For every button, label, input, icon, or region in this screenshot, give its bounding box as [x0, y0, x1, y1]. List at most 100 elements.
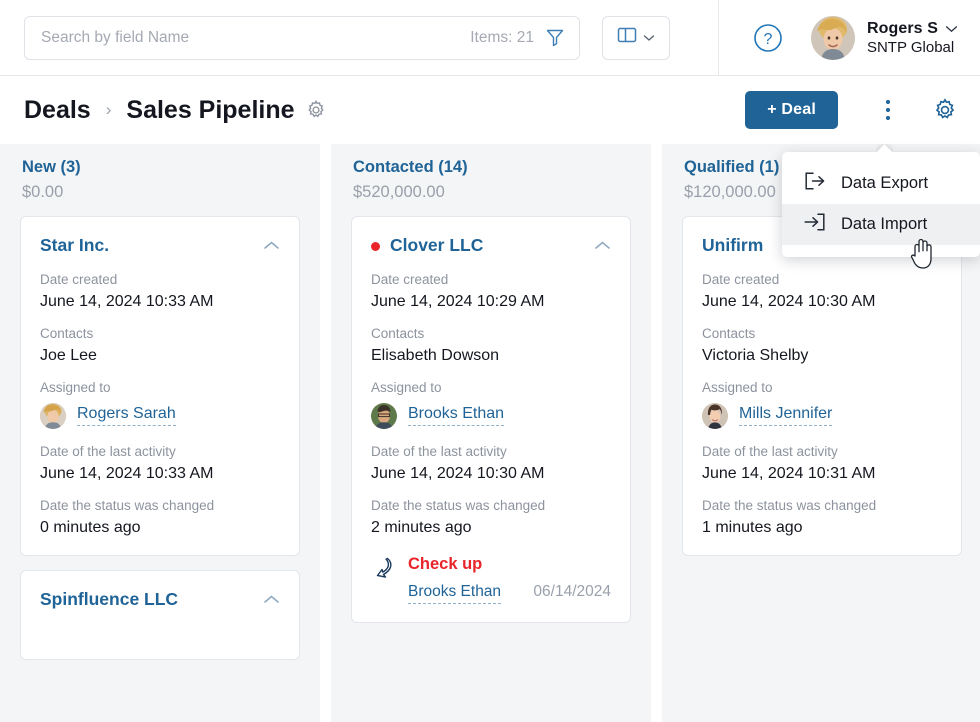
menu-item-data-import[interactable]: Data Import — [782, 204, 980, 245]
column-title: Contacted (14) — [353, 158, 468, 176]
field-value: June 14, 2024 10:29 AM — [371, 292, 545, 310]
search-box[interactable]: Items: 21 — [24, 15, 580, 60]
field-value: Elisabeth Dowson — [371, 346, 500, 364]
chevron-up-icon[interactable] — [263, 238, 280, 256]
column-title: New (3) — [22, 158, 81, 176]
board-actions-dropdown: Data Export Data Import — [782, 152, 980, 257]
user-text: Rogers S SNTP Global — [867, 20, 958, 56]
task-date: 06/14/2024 — [533, 582, 611, 600]
menu-item-data-export[interactable]: Data Export — [782, 163, 980, 204]
field-value: Joe Lee — [40, 346, 97, 364]
card-task[interactable]: Check up Brooks Ethan 06/14/2024 — [371, 555, 611, 604]
field-label: Date of the last activity — [371, 443, 507, 459]
field-contacts: Contacts Joe Lee — [40, 326, 280, 365]
filter-funnel-icon[interactable] — [545, 27, 565, 48]
view-layout-button[interactable] — [602, 15, 670, 60]
chevron-up-icon[interactable] — [594, 238, 611, 256]
top-bar-right: ? Rogers S SNTP Global — [717, 0, 980, 75]
assignee[interactable]: Rogers Sarah — [40, 402, 280, 429]
export-arrow-icon — [804, 172, 826, 195]
assignee-link[interactable]: Rogers Sarah — [77, 405, 176, 427]
field-last-activity: Date of the last activity June 14, 2024 … — [40, 444, 280, 483]
more-vertical-icon[interactable] — [870, 91, 906, 129]
avatar — [40, 402, 66, 429]
card-header: Clover LLC — [371, 234, 611, 257]
field-label: Contacts — [40, 325, 94, 341]
field-value: June 14, 2024 10:31 AM — [702, 464, 876, 482]
field-label: Date of the last activity — [702, 443, 838, 459]
user-organization: SNTP Global — [866, 38, 955, 56]
top-bar: Items: 21 — [0, 0, 980, 76]
phone-call-icon — [371, 557, 395, 584]
items-count-label: Items: 21 — [470, 28, 534, 46]
pipeline-column-new: New (3) $0.00 Star Inc. Date created Jun… — [0, 144, 320, 722]
column-sum: $0.00 — [22, 183, 64, 201]
field-status-changed: Date the status was changed 1 minutes ag… — [702, 498, 942, 537]
task-assignee-link[interactable]: Brooks Ethan — [408, 583, 502, 604]
user-name: Rogers S — [866, 19, 938, 37]
menu-item-label: Data Export — [841, 174, 929, 192]
assignee-link[interactable]: Brooks Ethan — [408, 405, 505, 427]
chevron-down-icon — [945, 20, 958, 38]
field-label: Contacts — [702, 325, 756, 341]
deal-card[interactable]: Star Inc. Date created June 14, 2024 10:… — [20, 216, 300, 556]
column-header: New (3) $0.00 — [0, 158, 320, 202]
field-assigned-to: Assigned to — [40, 380, 280, 429]
deal-card[interactable]: Unifirm Date created June 14, 2024 10:30… — [682, 216, 962, 556]
field-value: 1 minutes ago — [702, 518, 803, 536]
field-label: Assigned to — [40, 379, 111, 395]
task-title[interactable]: Check up — [408, 555, 611, 574]
deal-title[interactable]: Star Inc. — [40, 234, 263, 257]
column-cards: Clover LLC Date created June 14, 2024 10… — [331, 202, 651, 623]
page-title: Sales Pipeline — [126, 95, 295, 124]
field-value: 2 minutes ago — [371, 518, 472, 536]
card-header: Spinfluence LLC — [40, 588, 280, 611]
field-date-created: Date created June 14, 2024 10:33 AM — [40, 272, 280, 311]
board-settings-gear-icon[interactable] — [932, 97, 958, 123]
deal-title[interactable]: Spinfluence LLC — [40, 588, 263, 611]
pipeline-column-contacted: Contacted (14) $520,000.00 Clover LLC Da… — [331, 144, 651, 722]
field-date-created: Date created June 14, 2024 10:29 AM — [371, 272, 611, 311]
field-label: Date of the last activity — [40, 443, 176, 459]
breadcrumb-separator: › — [105, 100, 112, 119]
dropdown-arrow — [876, 144, 893, 153]
column-sum: $520,000.00 — [353, 183, 445, 201]
svg-text:?: ? — [764, 31, 773, 48]
field-label: Date the status was changed — [40, 497, 215, 513]
assignee[interactable]: Brooks Ethan — [371, 402, 611, 429]
search-input[interactable] — [41, 28, 471, 47]
deal-card[interactable]: Spinfluence LLC — [20, 569, 300, 660]
field-value: June 14, 2024 10:30 AM — [702, 292, 876, 310]
field-status-changed: Date the status was changed 2 minutes ag… — [371, 498, 611, 537]
deal-card[interactable]: Clover LLC Date created June 14, 2024 10… — [351, 216, 631, 623]
field-label: Date created — [371, 271, 449, 287]
chevron-up-icon[interactable] — [263, 592, 280, 610]
task-body: Check up Brooks Ethan 06/14/2024 — [408, 555, 611, 604]
field-last-activity: Date of the last activity June 14, 2024 … — [702, 444, 942, 483]
question-circle-icon[interactable]: ? — [753, 23, 783, 53]
field-assigned-to: Assigned to — [702, 380, 942, 429]
pipeline-settings-gear-icon[interactable] — [305, 99, 327, 121]
field-label: Date the status was changed — [371, 497, 546, 513]
field-contacts: Contacts Victoria Shelby — [702, 326, 942, 365]
field-label: Assigned to — [702, 379, 773, 395]
avatar — [371, 402, 397, 429]
assignee-link[interactable]: Mills Jennifer — [739, 405, 833, 427]
import-arrow-icon — [804, 213, 826, 236]
add-deal-button[interactable]: + Deal — [745, 91, 838, 129]
assignee[interactable]: Mills Jennifer — [702, 402, 942, 429]
avatar — [810, 15, 855, 60]
field-label: Date created — [702, 271, 780, 287]
avatar — [702, 402, 728, 429]
deal-title[interactable]: Clover LLC — [390, 234, 594, 257]
field-label: Date created — [40, 271, 118, 287]
column-header: Contacted (14) $520,000.00 — [331, 158, 651, 202]
field-contacts: Contacts Elisabeth Dowson — [371, 326, 611, 365]
field-value: June 14, 2024 10:33 AM — [40, 292, 214, 310]
user-menu[interactable]: Rogers S SNTP Global — [810, 15, 958, 60]
breadcrumb-deals[interactable]: Deals — [24, 96, 91, 125]
task-meta: Brooks Ethan 06/14/2024 — [408, 583, 611, 604]
column-cards: Star Inc. Date created June 14, 2024 10:… — [0, 202, 320, 660]
columns-view-icon — [617, 26, 637, 49]
top-bar-left: Items: 21 — [0, 15, 718, 60]
